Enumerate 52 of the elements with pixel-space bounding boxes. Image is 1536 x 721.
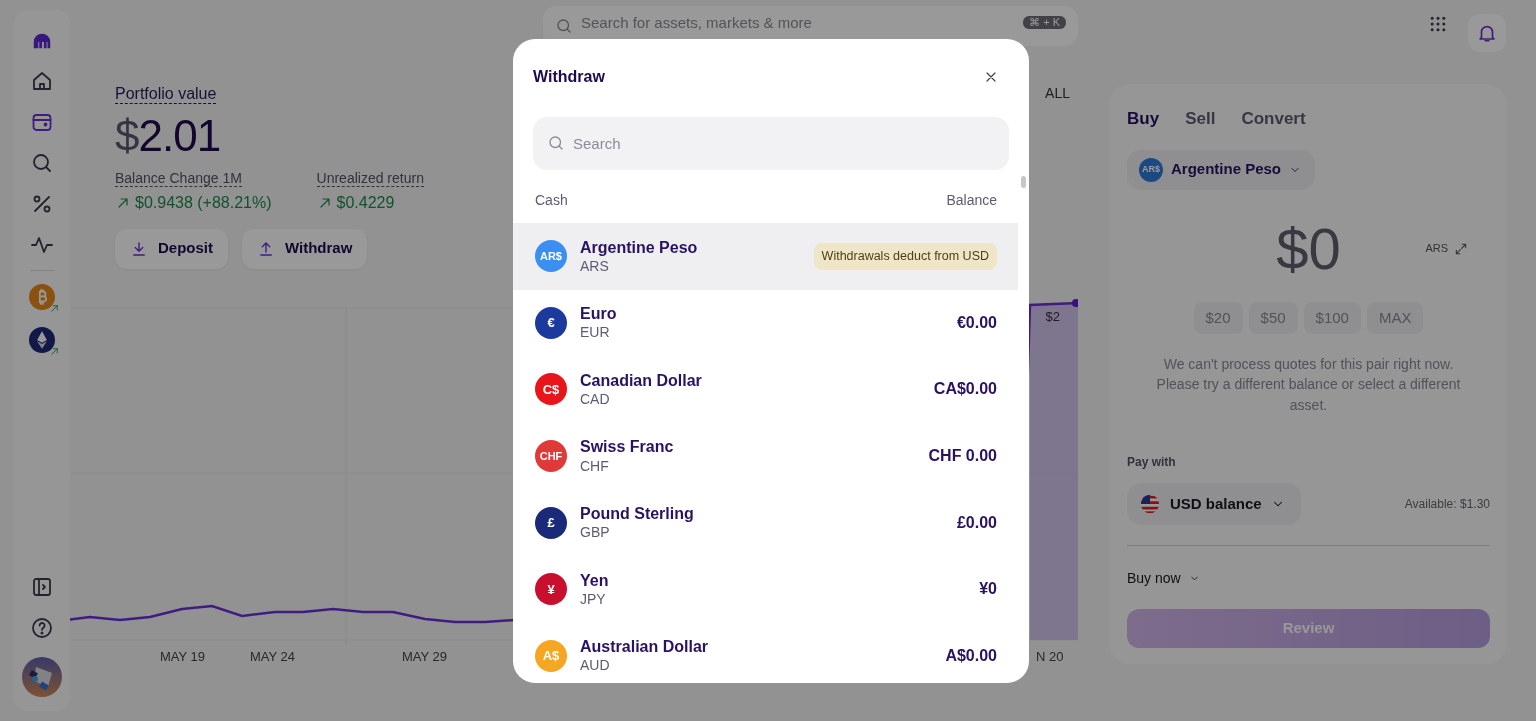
dialog-title: Withdraw [533, 67, 605, 87]
flag-icon [1139, 493, 1161, 516]
swap-icon [1454, 241, 1468, 256]
time-range-option[interactable]: ALL [1045, 83, 1070, 269]
trade-tab[interactable]: Buy [1127, 106, 1160, 132]
currency-toggle[interactable]: ARS [1425, 240, 1468, 257]
shortcut-hint: ⌘ + K [1023, 15, 1066, 29]
sidebar-toggle-icon[interactable] [30, 575, 54, 599]
portfolio-value: $2.01 [115, 113, 222, 158]
end-point-marker [1072, 298, 1078, 307]
currency-row[interactable]: CHF Swiss Franc CHF CHF 0.00 [513, 422, 1018, 490]
search-icon[interactable] [30, 151, 54, 175]
portfolio-label[interactable]: Portfolio value [115, 85, 217, 104]
search-field[interactable]: Search [533, 117, 1009, 170]
currency-row[interactable]: C$ Canadian Dollar CAD CA$0.00 [513, 356, 1018, 423]
deposit-button[interactable]: Deposit [115, 228, 228, 269]
axis-label: N 20 [1036, 647, 1064, 666]
home-icon[interactable] [30, 69, 54, 93]
column-header: Cash [535, 191, 568, 210]
available-balance: Available: $1.30 [1404, 496, 1490, 514]
ethereum-icon[interactable] [29, 327, 55, 353]
avatar[interactable] [22, 657, 62, 697]
trade-tab[interactable]: Convert [1241, 106, 1306, 132]
axis-label: MAY 19 [160, 647, 206, 666]
column-header: Balance [946, 191, 997, 210]
currency-row[interactable]: AR$ Argentine Peso ARS Withdrawals deduct from USD [513, 223, 1018, 290]
stat-label[interactable]: Unrealized return [316, 169, 424, 187]
axis-label: MAY 24 [250, 647, 296, 666]
currency-row[interactable]: A$ Australian Dollar AUD A$0.00 [513, 622, 1018, 683]
payment-selector[interactable]: USD balance [1127, 482, 1301, 526]
stat-value: $0.9438 (+88.21%) [135, 192, 272, 213]
apps-grid-icon[interactable] [1428, 14, 1448, 34]
currency-row[interactable]: £ Pound Sterling GBP £0.00 [513, 489, 1018, 556]
upload-icon [257, 239, 275, 258]
error-message: We can't process quotes for this pair right now. Please try a different balance or select a different asset. [1155, 355, 1462, 415]
withdraw-button[interactable]: Withdraw [242, 228, 368, 269]
order-type-selector[interactable]: Buy now [1127, 568, 1200, 590]
notifications-button[interactable] [1468, 14, 1506, 52]
scrollbar-thumb[interactable] [1021, 176, 1026, 188]
stat-value: $0.4229 [336, 192, 395, 213]
help-icon[interactable] [30, 616, 54, 640]
currency-row[interactable]: ¥ Yen JPY ¥0 [513, 555, 1018, 623]
search-icon [555, 17, 573, 35]
amount-display: $0 [1276, 219, 1341, 278]
trade-tab[interactable]: Sell [1185, 106, 1216, 132]
field-label: Pay with [1127, 453, 1177, 471]
stat-label[interactable]: Balance Change 1M [115, 169, 242, 187]
asset-selector[interactable]: AR$ Argentine Peso [1127, 149, 1316, 190]
currency-row[interactable]: € Euro EUR €0.00 [513, 289, 1018, 357]
download-icon [130, 239, 148, 258]
chart-value-label: $2 [1045, 308, 1060, 324]
axis-label: MAY 29 [402, 647, 448, 666]
